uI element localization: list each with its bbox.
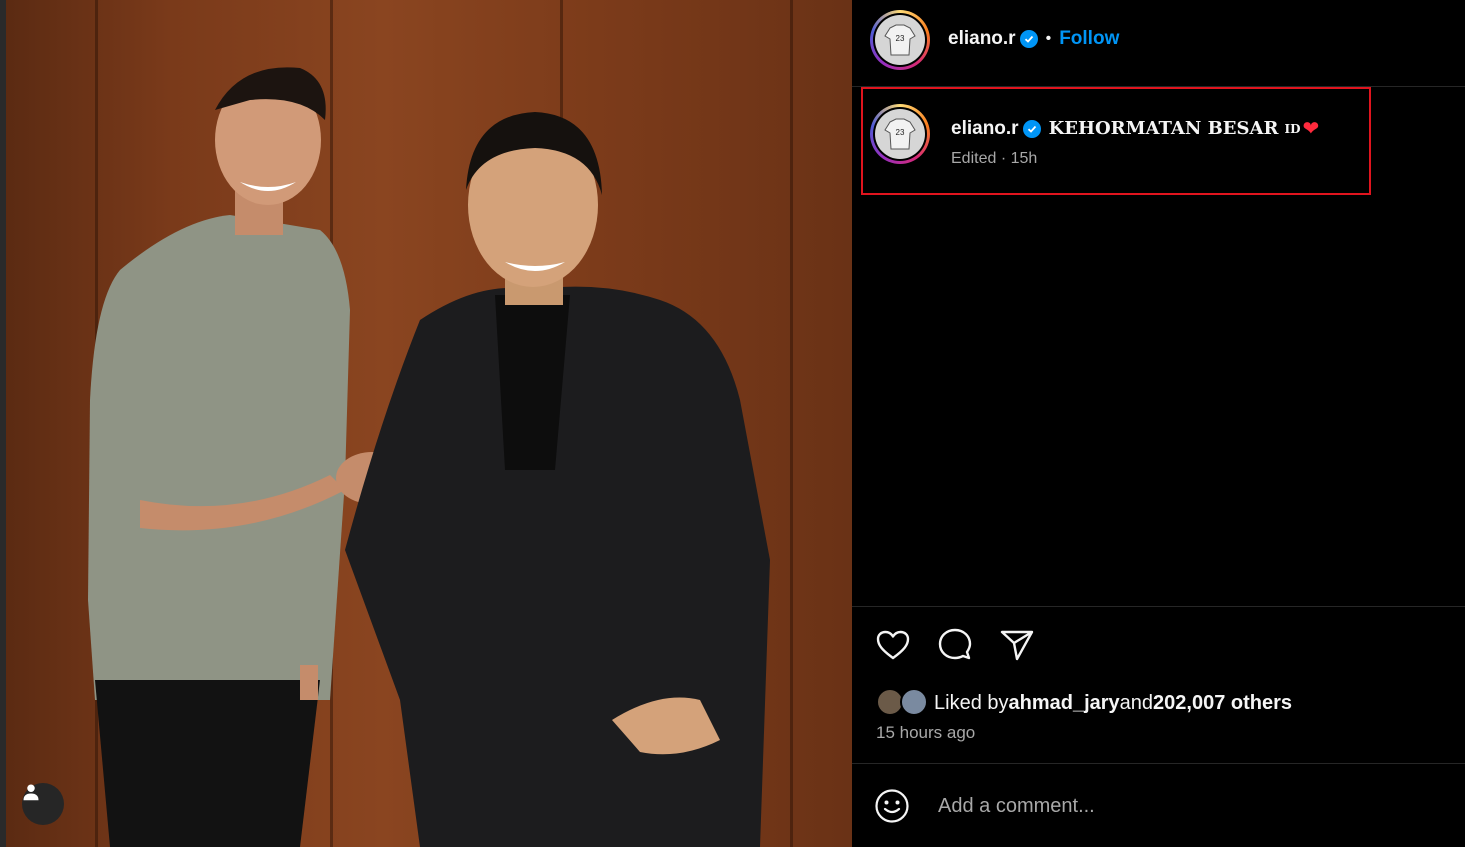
- post-side-panel: 23 eliano.r • Follow 23 eliano.r KEHORMA…: [852, 0, 1465, 847]
- liker-avatars: [876, 688, 934, 718]
- jersey-avatar-icon: 23: [884, 24, 916, 56]
- comment-input[interactable]: [936, 793, 1420, 819]
- header-username[interactable]: eliano.r: [948, 28, 1016, 50]
- caption-flag: ID: [1284, 121, 1301, 136]
- liker-username[interactable]: ahmad_jary: [1009, 692, 1120, 715]
- comment-bar: [874, 784, 1444, 828]
- caption-text: KEHORMATAN BESAR: [1048, 118, 1279, 139]
- post-image[interactable]: [0, 0, 852, 847]
- heart-icon: [876, 630, 910, 660]
- like-button[interactable]: [874, 624, 912, 666]
- divider: [852, 763, 1465, 764]
- divider: [852, 606, 1465, 607]
- tagged-people-button[interactable]: [22, 783, 64, 825]
- avatar[interactable]: 23: [870, 10, 930, 70]
- post-actions: [874, 624, 1036, 666]
- caption-avatar[interactable]: 23: [870, 104, 930, 164]
- post-caption: 23 eliano.r KEHORMATAN BESAR ID ❤ Edited…: [870, 104, 1430, 184]
- send-icon: [1000, 630, 1034, 661]
- caption-meta: Edited · 15h: [951, 150, 1038, 167]
- likes-count-link[interactable]: 202,007 others: [1153, 692, 1292, 715]
- svg-text:23: 23: [896, 128, 905, 137]
- person-left: [88, 67, 350, 847]
- follow-button[interactable]: Follow: [1059, 28, 1119, 50]
- likes-summary: Liked by ahmad_jary and 202,007 others: [876, 688, 1292, 718]
- heart-emoji: ❤: [1302, 118, 1320, 140]
- person-right: [345, 112, 770, 847]
- verified-badge-icon: [1019, 30, 1038, 48]
- caption-username[interactable]: eliano.r: [951, 118, 1019, 140]
- likes-connector: and: [1119, 691, 1154, 714]
- likes-prefix: Liked by: [934, 691, 1009, 714]
- verified-badge-icon: [1022, 119, 1041, 138]
- header-separator: •: [1045, 30, 1052, 47]
- comment-button[interactable]: [936, 624, 974, 666]
- post-timestamp[interactable]: 15 hours ago: [876, 723, 975, 743]
- share-button[interactable]: [998, 624, 1036, 666]
- svg-text:23: 23: [896, 34, 905, 43]
- liker-avatar[interactable]: [900, 688, 928, 716]
- user-tag-icon: [23, 784, 39, 801]
- emoji-icon[interactable]: [874, 788, 910, 824]
- comment-icon: [938, 628, 972, 660]
- post-header: 23 eliano.r • Follow: [870, 10, 1450, 70]
- jersey-avatar-icon: 23: [884, 118, 916, 150]
- post-photo-illustration: [88, 67, 770, 847]
